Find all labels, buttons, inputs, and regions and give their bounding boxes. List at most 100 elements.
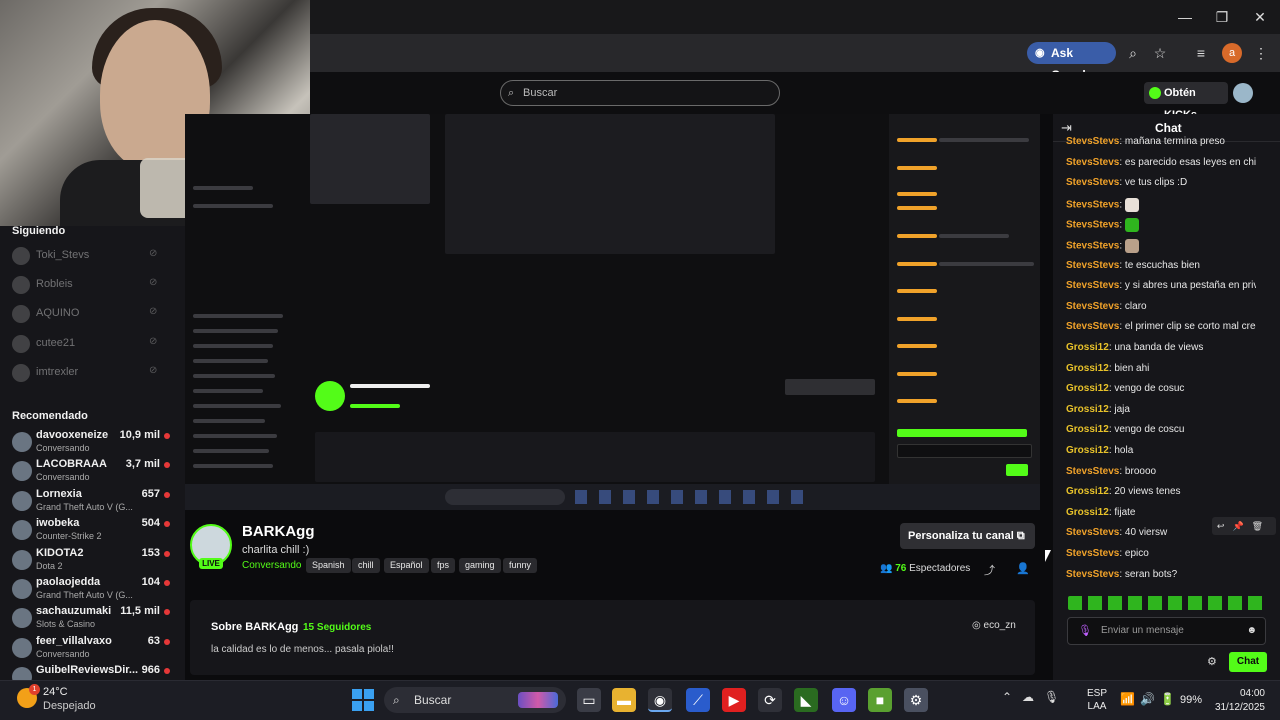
bookmark-star-icon[interactable]: ☆ (1151, 44, 1169, 62)
task-view-icon[interactable]: ▭ (577, 688, 601, 712)
windows-start-button[interactable] (352, 689, 374, 711)
chat-username[interactable]: StevsStevs (1066, 569, 1119, 580)
taskbar-search[interactable]: ⌕ Buscar (384, 687, 566, 713)
chat-message[interactable]: StevsStevs: claro (1066, 301, 1256, 312)
youtube-icon[interactable]: ▶ (722, 688, 746, 712)
chat-username[interactable]: Grossi12 (1066, 445, 1109, 456)
send-chat-button[interactable]: Chat (1229, 652, 1267, 672)
tag[interactable]: Spanish (306, 558, 351, 573)
following-item[interactable]: Toki_Stevs ⊘ (12, 245, 172, 267)
chat-message[interactable]: StevsStevs: epico (1066, 548, 1256, 559)
following-item[interactable]: Robleis ⊘ (12, 274, 172, 296)
chat-message[interactable]: Grossi12: bien ahi (1066, 363, 1256, 374)
minimize-icon[interactable]: — (1170, 6, 1200, 28)
discord-icon[interactable]: ☺ (832, 688, 856, 712)
chat-username[interactable]: StevsStevs (1066, 548, 1119, 559)
chat-username[interactable]: Grossi12 (1066, 363, 1109, 374)
vscode-icon[interactable]: ⟋ (686, 688, 710, 712)
stream-video[interactable] (185, 114, 1040, 510)
chat-message[interactable]: StevsStevs: mañana termina preso (1066, 136, 1256, 147)
recommended-item[interactable]: feer_villalvaxo Conversando 63 (12, 635, 172, 665)
chat-username[interactable]: Grossi12 (1066, 424, 1109, 435)
tag[interactable]: fps (431, 558, 456, 573)
gear-icon[interactable]: ⚙ (1207, 655, 1217, 668)
file-explorer-icon[interactable]: ▬ (612, 688, 636, 712)
chat-username[interactable]: StevsStevs (1066, 260, 1119, 271)
chat-message[interactable]: StevsStevs: es parecido esas leyes en ch… (1066, 157, 1256, 168)
tag[interactable]: funny (503, 558, 538, 573)
weather-description[interactable]: Despejado (43, 700, 96, 712)
stream-category[interactable]: Conversando (242, 560, 301, 571)
settings-icon[interactable]: ⚙ (904, 688, 928, 712)
nvidia-icon[interactable]: ◣ (794, 688, 818, 712)
search-input[interactable]: ⌕ Buscar (500, 80, 780, 106)
language-indicator[interactable]: ESP LAA (1086, 687, 1108, 713)
ask-google-button[interactable]: ◉Ask Google (1027, 42, 1116, 82)
chat-message[interactable]: StevsStevs: te escuchas bien (1066, 260, 1256, 271)
chat-username[interactable]: Grossi12 (1066, 404, 1109, 415)
chat-message[interactable]: StevsStevs: seran bots? (1066, 569, 1256, 580)
chat-message[interactable]: StevsStevs: ve tus clips :D (1066, 177, 1256, 188)
message-actions[interactable]: ↩📌🗑 (1212, 517, 1276, 535)
battery-icon[interactable]: 🔋 (1160, 692, 1175, 706)
close-icon[interactable]: ✕ (1245, 6, 1275, 28)
recommended-item[interactable]: Lornexia Grand Theft Auto V (G... 657 (12, 488, 172, 518)
chat-message[interactable]: Grossi12: vengo de coscu (1066, 424, 1256, 435)
following-item[interactable]: cutee21 ⊘ (12, 333, 172, 355)
collapse-chat-icon[interactable]: ⇥ (1061, 120, 1072, 136)
recommended-item[interactable]: KIDOTA2 Dota 2 153 (12, 547, 172, 577)
emote-bar[interactable] (1068, 596, 1264, 610)
chat-message[interactable]: StevsStevs: el primer clip se corto mal … (1066, 321, 1256, 332)
chat-username[interactable]: Grossi12 (1066, 507, 1109, 518)
media-control-icon[interactable]: ≡ (1192, 44, 1210, 62)
personaliza-canal-button[interactable]: Personaliza tu canal ⧉ (900, 523, 1035, 549)
chat-message[interactable]: Grossi12: jaja (1066, 404, 1256, 415)
maximize-icon[interactable]: ❐ (1207, 6, 1237, 28)
profile-avatar[interactable]: a (1222, 43, 1242, 63)
instagram-link[interactable]: ◎ eco_zn (972, 620, 1016, 631)
chat-message[interactable]: StevsStevs: (1066, 197, 1256, 212)
chat-message[interactable]: Grossi12: 20 views tenes (1066, 486, 1256, 497)
chat-username[interactable]: StevsStevs (1066, 220, 1119, 231)
chat-username[interactable]: Grossi12 (1066, 342, 1109, 353)
kebab-menu-icon[interactable]: ⋮ (1252, 44, 1270, 62)
chat-username[interactable]: StevsStevs (1066, 199, 1119, 210)
chat-message[interactable]: Grossi12: una banda de views (1066, 342, 1256, 353)
tag[interactable]: Español (384, 558, 429, 573)
follow-user-icon[interactable]: 👤 (1016, 562, 1030, 575)
chat-username[interactable]: Grossi12 (1066, 486, 1109, 497)
chat-username[interactable]: Grossi12 (1066, 383, 1109, 394)
get-kicks-button[interactable]: Obtén KICKs (1144, 82, 1228, 121)
following-item[interactable]: AQUINO ⊘ (12, 303, 172, 325)
wifi-icon[interactable]: 📶 (1120, 692, 1135, 706)
tag[interactable]: chill (352, 558, 380, 573)
weather-temperature[interactable]: 24°C (43, 686, 68, 698)
chat-username[interactable]: StevsStevs (1066, 136, 1119, 147)
chat-message[interactable]: StevsStevs: broooo (1066, 466, 1256, 477)
app-icon[interactable]: ⟳ (758, 688, 782, 712)
clock[interactable]: 04:00 31/12/2025 (1213, 687, 1265, 715)
chat-username[interactable]: StevsStevs (1066, 527, 1119, 538)
recommended-item[interactable]: sachauzumaki Slots & Casino 11,5 mil (12, 605, 172, 635)
emoji-icon[interactable]: ☻ (1246, 618, 1257, 644)
following-item[interactable]: imtrexler ⊘ (12, 362, 172, 384)
chat-username[interactable]: StevsStevs (1066, 241, 1119, 252)
chat-message[interactable]: StevsStevs: (1066, 239, 1256, 253)
chat-message[interactable]: StevsStevs: (1066, 218, 1256, 233)
chat-username[interactable]: StevsStevs (1066, 177, 1119, 188)
channel-name[interactable]: BARKAgg (242, 523, 315, 540)
chat-username[interactable]: StevsStevs (1066, 466, 1119, 477)
chat-username[interactable]: StevsStevs (1066, 280, 1119, 291)
zoom-icon[interactable]: ⌕ (1124, 44, 1142, 62)
chat-username[interactable]: StevsStevs (1066, 301, 1119, 312)
chrome-icon[interactable]: ◉ (648, 688, 672, 712)
recommended-item[interactable]: davooxeneize Conversando 10,9 mil (12, 429, 172, 459)
chat-message[interactable]: Grossi12: hola (1066, 445, 1256, 456)
minecraft-icon[interactable]: ■ (868, 688, 892, 712)
user-avatar[interactable] (1233, 83, 1253, 103)
tag[interactable]: gaming (459, 558, 501, 573)
chat-username[interactable]: StevsStevs (1066, 321, 1119, 332)
chat-username[interactable]: StevsStevs (1066, 157, 1119, 168)
microphone-icon[interactable]: 🎙 (1078, 618, 1092, 644)
recommended-item[interactable]: paolaojedda Grand Theft Auto V (G... 104 (12, 576, 172, 606)
